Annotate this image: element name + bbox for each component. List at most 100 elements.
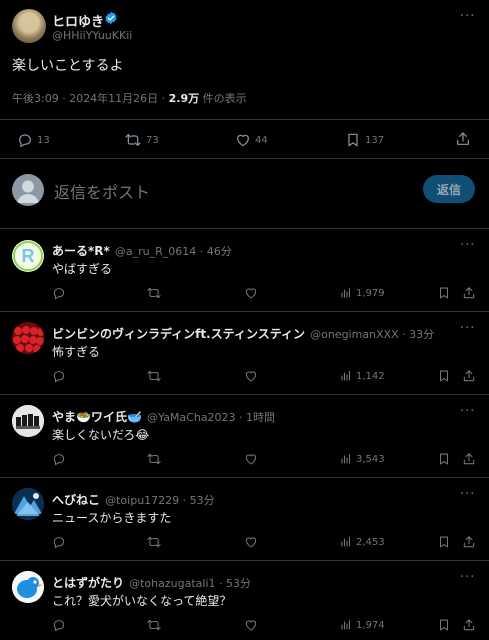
heart-icon	[235, 132, 251, 148]
reply-input[interactable]: 返信をポスト	[54, 179, 150, 203]
svg-text:R: R	[22, 246, 35, 266]
views-action[interactable]: 1,142	[340, 370, 385, 382]
like-action[interactable]: 44	[235, 132, 268, 148]
reply-author-handle[interactable]: @tohazugatali1 · 53分	[129, 577, 251, 590]
more-options-icon[interactable]: ···	[460, 487, 475, 502]
reply-author-name[interactable]: とはずがたり	[52, 576, 124, 590]
bookmark-icon[interactable]	[437, 286, 451, 300]
more-options-icon[interactable]: ···	[460, 238, 475, 253]
heart-icon[interactable]	[244, 618, 258, 632]
views-count: 1,142	[356, 370, 385, 382]
reply-avatar[interactable]	[12, 571, 44, 603]
tweet-timestamp[interactable]: 午後3:09 · 2024年11月26日 ·	[12, 92, 169, 105]
more-options-icon[interactable]: ···	[460, 9, 475, 24]
reply-text: 怖すぎる	[52, 345, 101, 359]
bookmark-action[interactable]: 137	[345, 132, 384, 148]
reply-avatar[interactable]	[12, 405, 44, 437]
views-count: 2.9万	[168, 92, 200, 105]
reply-author-name[interactable]: へびねこ	[52, 493, 100, 507]
reply-author-handle[interactable]: @YaMaCha2023 · 1時間	[147, 411, 275, 424]
retweet-icon[interactable]	[146, 452, 162, 466]
reply-header: とはずがたり @tohazugatali1 · 53分	[52, 572, 251, 591]
views-action[interactable]: 3,543	[340, 453, 385, 465]
reply-avatar[interactable]: R	[12, 240, 44, 272]
views-suffix: 件の表示	[199, 92, 247, 105]
verified-badge-icon	[104, 11, 118, 25]
reply-avatar[interactable]	[12, 488, 44, 520]
retweet-icon[interactable]	[146, 286, 162, 300]
reply-icon[interactable]	[52, 535, 66, 549]
reply-author-handle[interactable]: @a_ru_R_0614 · 46分	[115, 245, 232, 258]
reply-text: やばすぎる	[52, 262, 113, 276]
views-icon	[340, 370, 352, 382]
divider	[0, 311, 489, 312]
share-action[interactable]	[455, 131, 471, 147]
reply-header: やま🥗ワイ氏🥣 @YaMaCha2023 · 1時間	[52, 406, 275, 425]
views-icon	[340, 453, 352, 465]
reply-header: あーる*R* @a_ru_R_0614 · 46分	[52, 240, 232, 259]
reply-author-handle[interactable]: @toipu17229 · 53分	[105, 494, 215, 507]
reply-icon[interactable]	[52, 452, 66, 466]
heart-icon[interactable]	[244, 535, 258, 549]
share-icon[interactable]	[462, 452, 476, 466]
more-options-icon[interactable]: ···	[460, 321, 475, 336]
views-icon	[340, 287, 352, 299]
retweet-icon[interactable]	[146, 535, 162, 549]
bookmark-icon[interactable]	[437, 369, 451, 383]
divider	[0, 228, 489, 229]
composer-avatar	[12, 174, 44, 206]
tweet-meta: 午後3:09 · 2024年11月26日 · 2.9万 件の表示	[12, 90, 247, 106]
reply-author-name[interactable]: あーる*R*	[52, 244, 110, 258]
views-action[interactable]: 1,979	[340, 287, 385, 299]
divider	[0, 560, 489, 561]
reply-text: 楽しくないだろ😂	[52, 428, 150, 442]
reply-header: へびねこ @toipu17229 · 53分	[52, 489, 215, 508]
views-count: 1,979	[356, 287, 385, 299]
reply-icon	[17, 132, 33, 148]
heart-icon[interactable]	[244, 452, 258, 466]
reply-submit-button[interactable]: 返信	[423, 175, 475, 203]
share-icon[interactable]	[462, 286, 476, 300]
reply-text: ニュースからきますた	[52, 511, 172, 525]
retweet-icon[interactable]	[146, 618, 162, 632]
bookmark-count: 137	[365, 134, 385, 146]
more-options-icon[interactable]: ···	[460, 570, 475, 585]
divider	[0, 158, 489, 159]
reply-author-handle[interactable]: @onegimanXXX · 33分	[310, 328, 434, 341]
reply-author-name[interactable]: やま🥗ワイ氏🥣	[52, 410, 142, 424]
reply-icon[interactable]	[52, 618, 66, 632]
share-icon[interactable]	[462, 618, 476, 632]
reply-author-name[interactable]: ビンビンのヴィンラディンft.スティンスティン	[52, 327, 305, 341]
views-icon	[340, 536, 352, 548]
retweet-count: 73	[146, 134, 159, 146]
author-avatar[interactable]	[12, 9, 46, 43]
retweet-icon[interactable]	[146, 369, 162, 383]
divider	[0, 477, 489, 478]
reply-action[interactable]: 13	[17, 132, 50, 148]
views-count: 1,974	[356, 619, 385, 631]
bookmark-icon[interactable]	[437, 535, 451, 549]
heart-icon[interactable]	[244, 369, 258, 383]
views-action[interactable]: 2,453	[340, 536, 385, 548]
retweet-action[interactable]: 73	[124, 132, 159, 148]
reply-count: 13	[37, 134, 50, 146]
reply-icon[interactable]	[52, 286, 66, 300]
author-name[interactable]: ヒロゆき	[52, 11, 104, 30]
reply-icon[interactable]	[52, 369, 66, 383]
divider	[0, 119, 489, 120]
share-icon	[455, 131, 471, 147]
more-options-icon[interactable]: ···	[460, 404, 475, 419]
share-icon[interactable]	[462, 369, 476, 383]
tweet-text: 楽しいことするよ	[12, 58, 124, 74]
retweet-icon	[124, 132, 142, 148]
bookmark-icon	[345, 132, 361, 148]
share-icon[interactable]	[462, 535, 476, 549]
reply-header: ビンビンのヴィンラディンft.スティンスティン @onegimanXXX · 3…	[52, 323, 434, 342]
divider	[0, 394, 489, 395]
reply-avatar[interactable]	[12, 322, 44, 354]
bookmark-icon[interactable]	[437, 452, 451, 466]
heart-icon[interactable]	[244, 286, 258, 300]
bookmark-icon[interactable]	[437, 618, 451, 632]
author-handle[interactable]: @HHiiYYuuKKii	[52, 29, 132, 42]
views-action[interactable]: 1,974	[340, 619, 385, 631]
